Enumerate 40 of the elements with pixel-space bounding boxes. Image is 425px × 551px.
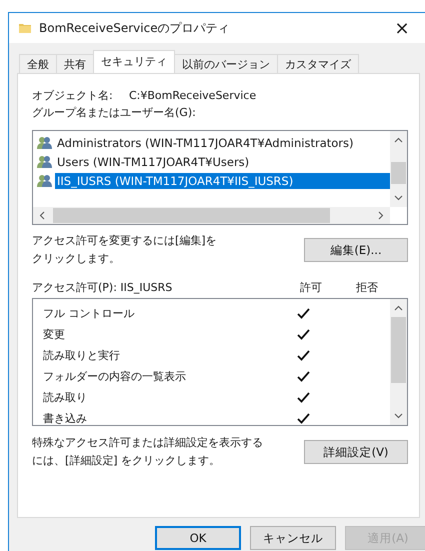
- dialog-button[interactable]: キャンセル: [250, 526, 336, 550]
- permission-name: 変更: [43, 327, 66, 342]
- user-item[interactable]: Users (WIN-TM117JOAR4T¥Users): [55, 154, 252, 170]
- scroll-right-icon[interactable]: [378, 211, 384, 220]
- permission-name: フォルダーの内容の一覧表示: [43, 369, 187, 384]
- scrollbar[interactable]: [390, 299, 407, 425]
- edit-hint: アクセス許可を変更するには[編集]をクリックします。: [32, 233, 218, 267]
- user-item[interactable]: IIS_IUSRS (WIN-TM117JOAR4T¥IIS_IUSRS): [55, 172, 390, 188]
- tab[interactable]: 全般: [19, 54, 57, 73]
- users-icon: [37, 136, 53, 149]
- scroll-up-icon[interactable]: [394, 305, 403, 311]
- edit-button[interactable]: 編集(E)...: [304, 238, 408, 262]
- scroll-down-icon[interactable]: [394, 195, 403, 201]
- user-item[interactable]: Administrators (WIN-TM117JOAR4T¥Administrators): [55, 134, 356, 150]
- scrollbar[interactable]: [390, 131, 407, 207]
- groups-label: グループ名またはユーザー名(G):: [32, 105, 197, 121]
- scroll-down-icon[interactable]: [394, 413, 403, 419]
- tab[interactable]: セキュリティ: [93, 50, 175, 73]
- permission-name: 読み取り: [43, 390, 88, 405]
- advanced-button[interactable]: 詳細設定(V): [304, 440, 408, 464]
- object-name-label: オブジェクト名:: [32, 88, 114, 102]
- scroll-up-icon[interactable]: [394, 137, 403, 143]
- advanced-hint: 特殊なアクセス許可または詳細設定を表示するには、[詳細設定] をクリックします。: [32, 435, 264, 469]
- tab[interactable]: 共有: [56, 54, 94, 73]
- allow-header: 許可: [299, 280, 323, 294]
- window-title: BomReceiveServiceのプロパティ: [39, 20, 231, 36]
- users-icon: [37, 174, 53, 187]
- dialog-button[interactable]: OK: [155, 526, 241, 550]
- tab[interactable]: カスタマイズ: [277, 54, 359, 73]
- horizontal-scrollbar[interactable]: [33, 207, 390, 224]
- users-icon: [37, 155, 53, 168]
- close-button[interactable]: ×: [387, 18, 417, 38]
- deny-header: 拒否: [355, 280, 379, 294]
- permission-name: 読み取りと実行: [43, 348, 121, 363]
- object-name-value: C:¥BomReceiveService: [129, 88, 256, 102]
- scroll-left-icon[interactable]: [39, 211, 45, 220]
- folder-icon: [19, 22, 31, 34]
- permission-name: 書き込み: [43, 411, 88, 425]
- permissions-label: アクセス許可(P): IIS_IUSRS: [32, 280, 174, 294]
- permission-name: フル コントロール: [43, 306, 136, 321]
